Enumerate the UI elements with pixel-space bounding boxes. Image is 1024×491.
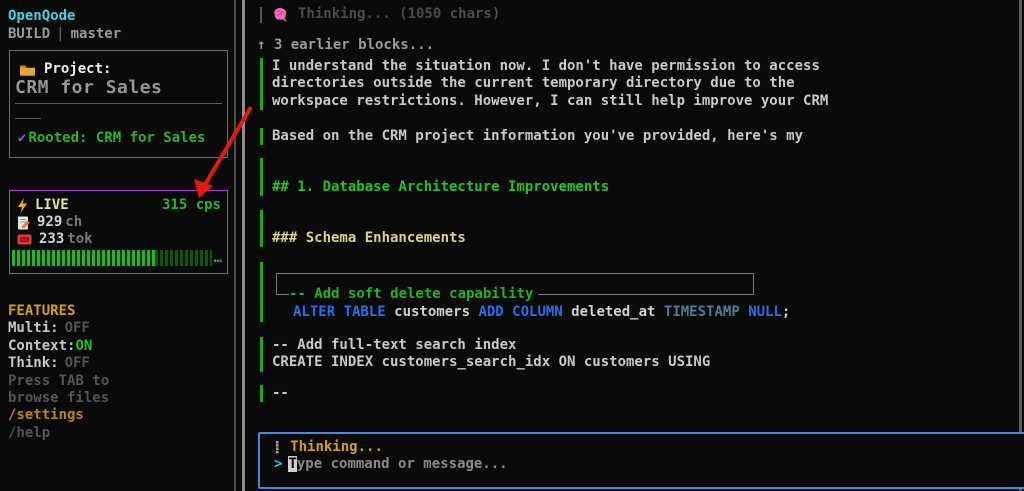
chars-unit: ch — [65, 214, 82, 230]
thinking-status-text: Thinking... (1050 chars) — [298, 6, 500, 23]
input-placeholder: ype command or message... — [297, 456, 508, 472]
project-header: Project: — [19, 61, 111, 78]
dash-line: -- — [272, 385, 289, 402]
heading-text: ## 1. Database Architecture Improvements — [272, 179, 609, 196]
project-name: CRM for Sales — [15, 79, 162, 96]
progress-bar-dim — [155, 250, 212, 266]
multi-value: OFF — [65, 320, 90, 336]
spinner-icon: ⡇ — [274, 440, 284, 455]
feature-context: Context:ON — [8, 338, 109, 355]
rooted-status: ✔Rooted: CRM for Sales — [18, 130, 205, 147]
message-paragraph: Based on the CRM project information you… — [260, 128, 803, 145]
sidebar-divider-outer — [242, 0, 245, 491]
project-label: Project: — [44, 61, 111, 78]
live-stats-panel: LIVE 315 cps 929ch 233tok … — [9, 190, 228, 274]
paragraph-line: directories outside the current temporar… — [272, 75, 828, 92]
folder-icon — [19, 63, 36, 76]
cps-value: 315 cps — [162, 197, 221, 214]
prompt-symbol: > — [274, 456, 282, 472]
thinking-status: Thinking... — [290, 439, 383, 455]
input-status-row: ⡇ Thinking... — [274, 439, 1024, 456]
panel-divider — [15, 103, 222, 104]
paragraph-line: Based on the CRM project information you… — [272, 128, 803, 145]
features-title: FEATURES — [8, 303, 109, 320]
markdown-heading2: ### Schema Enhancements — [260, 210, 466, 247]
brain-icon — [270, 6, 290, 23]
progress-bar: … — [12, 250, 222, 266]
help-command[interactable]: /help — [8, 425, 109, 442]
pipe-divider: | — [50, 26, 70, 42]
settings-command[interactable]: /settings — [8, 407, 109, 424]
message-paragraph: I understand the situation now. I don't … — [260, 58, 828, 110]
context-value: ON — [75, 338, 92, 354]
features-section: FEATURES Multi:OFF Context:ON Think:OFF … — [8, 303, 109, 442]
think-value: OFF — [65, 355, 90, 371]
feature-think: Think:OFF — [8, 355, 109, 372]
paragraph-line: workspace restrictions. However, I can s… — [272, 93, 828, 110]
project-panel: Project: CRM for Sales ✔Rooted: CRM for … — [9, 50, 228, 158]
branch-name: master — [71, 26, 122, 42]
sql-plain-block: -- Add full-text search index CREATE IND… — [260, 337, 710, 372]
markdown-heading1: ## 1. Database Architecture Improvements — [260, 158, 609, 196]
tokens-row: 233tok — [17, 231, 221, 248]
command-input-box[interactable]: ⡇ Thinking... > Type command or message... — [258, 432, 1024, 489]
feature-multi: Multi:OFF — [8, 320, 109, 337]
chars-row: 929ch — [17, 214, 221, 231]
tab-hint-line1: Press TAB to — [8, 373, 109, 390]
sql-create-line: CREATE INDEX customers_search_idx ON cus… — [272, 354, 710, 371]
panel-divider-short — [15, 118, 41, 119]
sql-statement: ALTER TABLE customers ADD COLUMN deleted… — [293, 304, 790, 321]
sql-comment-title: -- Add soft delete capability — [289, 286, 538, 303]
paragraph-line: I understand the situation now. I don't … — [272, 58, 828, 75]
text-cursor[interactable]: T — [288, 456, 296, 472]
terminal-app: OpenQode BUILD|master Project: CRM for S… — [0, 0, 1024, 491]
sql-comment-line: -- Add full-text search index — [272, 337, 710, 354]
build-label: BUILD — [8, 26, 50, 42]
cursor-tick — [260, 7, 262, 23]
progress-bar-bright — [12, 250, 155, 266]
rooted-label: Rooted: CRM for Sales — [28, 130, 205, 146]
tokens-unit: tok — [67, 231, 92, 247]
memo-icon — [17, 216, 30, 230]
ticket-icon — [17, 234, 32, 245]
build-branch: BUILD|master — [8, 26, 121, 43]
progress-ellipsis: … — [212, 250, 222, 266]
chars-value: 929 — [37, 214, 62, 230]
live-label: LIVE — [35, 197, 69, 214]
tab-hint-line2: browse files — [8, 390, 109, 407]
sql-code-block: -- Add soft delete capability ALTER TABL… — [260, 262, 763, 322]
heading-text: ### Schema Enhancements — [272, 230, 466, 247]
tokens-value: 233 — [39, 231, 64, 247]
sidebar-divider-inner — [234, 0, 236, 491]
dash-block: -- — [260, 385, 289, 402]
earlier-blocks-indicator[interactable]: ↑ 3 earlier blocks... — [257, 37, 434, 54]
thinking-header: Thinking... (1050 chars) — [260, 6, 500, 23]
live-row: LIVE 315 cps — [17, 197, 221, 214]
right-edge-scrollbar[interactable] — [1019, 0, 1022, 491]
input-prompt-row[interactable]: > Type command or message... — [274, 456, 1024, 473]
app-title: OpenQode — [8, 8, 75, 25]
check-icon: ✔ — [18, 130, 26, 146]
lightning-icon — [17, 198, 28, 213]
sql-comment-box: -- Add soft delete capability — [276, 273, 754, 295]
